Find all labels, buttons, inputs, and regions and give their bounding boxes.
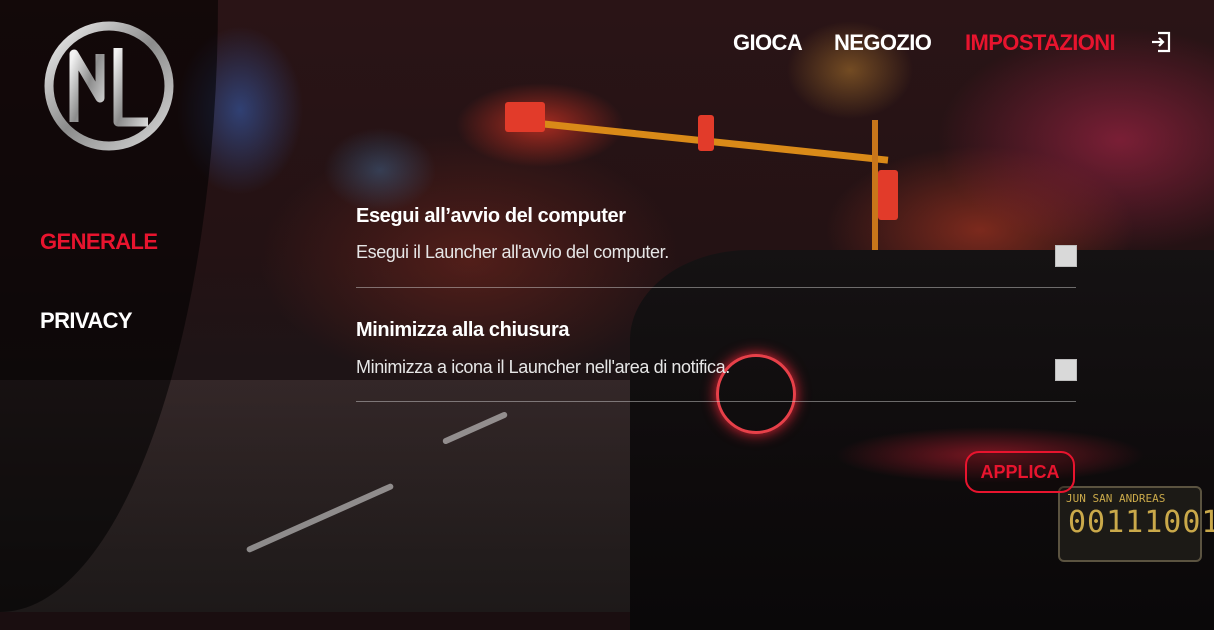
- sidebar-item-generale[interactable]: GENERALE: [40, 229, 158, 255]
- plate-number: 00111001: [1068, 505, 1214, 540]
- divider: [356, 401, 1076, 402]
- nav-impostazioni[interactable]: IMPOSTAZIONI: [965, 30, 1116, 56]
- setting-desc-minimize: Minimizza a icona il Launcher nell'area …: [356, 357, 730, 377]
- setting-title-startup: Esegui all’avvio del computer: [356, 205, 626, 227]
- background-scene: JUN SAN ANDREAS 00111001: [0, 0, 1214, 630]
- traffic-light: [698, 115, 714, 151]
- setting-desc-startup: Esegui il Launcher all'avvio del compute…: [356, 242, 669, 262]
- logout-icon[interactable]: [1149, 30, 1173, 54]
- startup-checkbox[interactable]: [1055, 245, 1077, 267]
- traffic-light: [878, 170, 898, 220]
- nav-gioca[interactable]: GIOCA: [733, 30, 803, 56]
- car-image: [630, 250, 1214, 630]
- app-logo: [40, 18, 178, 154]
- sidebar-item-privacy[interactable]: PRIVACY: [40, 308, 133, 334]
- setting-title-minimize: Minimizza alla chiusura: [356, 319, 570, 341]
- plate-state: JUN SAN ANDREAS: [1066, 492, 1166, 505]
- divider: [356, 287, 1076, 288]
- license-plate: JUN SAN ANDREAS 00111001: [1058, 486, 1214, 562]
- apply-button[interactable]: APPLICA: [965, 451, 1075, 493]
- traffic-light: [505, 102, 545, 132]
- nav-negozio[interactable]: NEGOZIO: [834, 30, 932, 56]
- minimize-checkbox[interactable]: [1055, 359, 1077, 381]
